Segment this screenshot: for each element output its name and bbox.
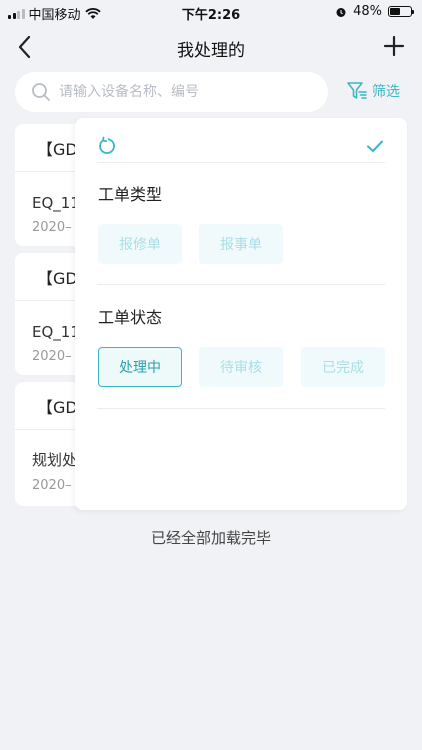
chip-repair-order[interactable]: 报修单 xyxy=(98,224,182,264)
filter-panel: 工单类型 报修单 报事单 工单状态 处理中 待审核 已完成 xyxy=(75,118,407,510)
search-box xyxy=(15,72,328,112)
chip-report-order[interactable]: 报事单 xyxy=(199,224,283,264)
add-icon[interactable] xyxy=(382,34,406,58)
nav-bar: 我处理的 xyxy=(0,24,422,70)
alarm-icon xyxy=(336,7,346,17)
filter-panel-toolbar xyxy=(97,136,385,162)
chip-processing[interactable]: 处理中 xyxy=(98,347,182,387)
page-title: 我处理的 xyxy=(177,41,245,61)
divider xyxy=(97,284,385,285)
status-section-title: 工单状态 xyxy=(98,308,163,327)
battery-percent: 48% xyxy=(353,4,382,19)
filter-label: 筛选 xyxy=(372,84,400,100)
back-icon[interactable] xyxy=(14,33,38,61)
status-right: 48% xyxy=(335,4,414,19)
status-bar: 中国移动 下午2:26 48% xyxy=(0,0,422,24)
search-icon xyxy=(32,83,50,101)
divider xyxy=(97,162,385,163)
battery-icon xyxy=(388,6,414,17)
filter-button[interactable]: 筛选 xyxy=(346,80,400,102)
search-input[interactable] xyxy=(59,84,299,100)
load-complete-text: 已经全部加载完毕 xyxy=(150,529,271,547)
check-icon[interactable] xyxy=(365,136,385,156)
filter-icon xyxy=(347,82,367,99)
type-section-title: 工单类型 xyxy=(98,185,163,204)
chip-pending-review[interactable]: 待审核 xyxy=(199,347,283,387)
chip-completed[interactable]: 已完成 xyxy=(301,347,385,387)
reset-icon[interactable] xyxy=(97,136,117,156)
divider xyxy=(97,408,385,409)
